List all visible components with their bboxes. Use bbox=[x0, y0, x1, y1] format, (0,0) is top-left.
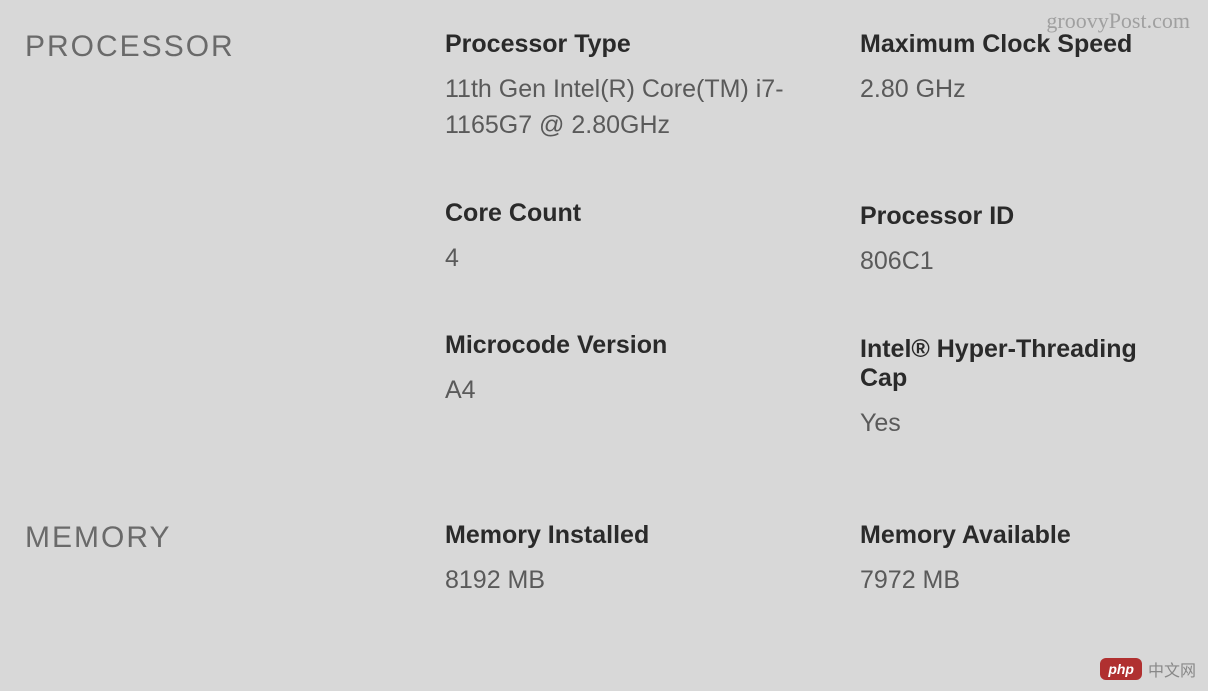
watermark-bottom: php 中文网 bbox=[1100, 657, 1196, 681]
memory-installed-label: Memory Installed bbox=[445, 521, 860, 550]
core-count-value: 4 bbox=[445, 240, 860, 276]
processor-id-label: Processor ID bbox=[860, 202, 1183, 231]
watermark-bottom-text: 中文网 bbox=[1148, 657, 1196, 681]
memory-installed-field: Memory Installed 8192 MB bbox=[445, 521, 860, 598]
microcode-version-field: Microcode Version A4 bbox=[445, 331, 860, 408]
hyper-threading-field: Intel® Hyper-Threading Cap Yes bbox=[860, 335, 1183, 441]
max-clock-speed-field: Maximum Clock Speed 2.80 GHz bbox=[860, 30, 1183, 107]
max-clock-speed-label: Maximum Clock Speed bbox=[860, 30, 1183, 59]
memory-available-label: Memory Available bbox=[860, 521, 1183, 550]
microcode-version-value: A4 bbox=[445, 372, 860, 408]
microcode-version-label: Microcode Version bbox=[445, 331, 860, 360]
hyper-threading-label: Intel® Hyper-Threading Cap bbox=[860, 335, 1183, 393]
processor-type-value: 11th Gen Intel(R) Core(TM) i7-1165G7 @ 2… bbox=[445, 71, 860, 144]
processor-section: PROCESSOR Processor Type 11th Gen Intel(… bbox=[25, 30, 1183, 441]
processor-id-value: 806C1 bbox=[860, 243, 1183, 279]
memory-section-label: MEMORY bbox=[25, 521, 445, 555]
memory-section: MEMORY Memory Installed 8192 MB Memory A… bbox=[25, 521, 1183, 598]
core-count-label: Core Count bbox=[445, 199, 860, 228]
processor-type-field: Processor Type 11th Gen Intel(R) Core(TM… bbox=[445, 30, 860, 144]
core-count-field: Core Count 4 bbox=[445, 199, 860, 276]
processor-type-label: Processor Type bbox=[445, 30, 860, 59]
max-clock-speed-value: 2.80 GHz bbox=[860, 71, 1183, 107]
processor-id-field: Processor ID 806C1 bbox=[860, 202, 1183, 279]
memory-available-value: 7972 MB bbox=[860, 562, 1183, 598]
hyper-threading-value: Yes bbox=[860, 405, 1183, 441]
php-badge-icon: php bbox=[1100, 658, 1142, 680]
memory-installed-value: 8192 MB bbox=[445, 562, 860, 598]
memory-available-field: Memory Available 7972 MB bbox=[860, 521, 1183, 598]
processor-section-label: PROCESSOR bbox=[25, 30, 445, 64]
system-info-panel: PROCESSOR Processor Type 11th Gen Intel(… bbox=[0, 0, 1208, 691]
